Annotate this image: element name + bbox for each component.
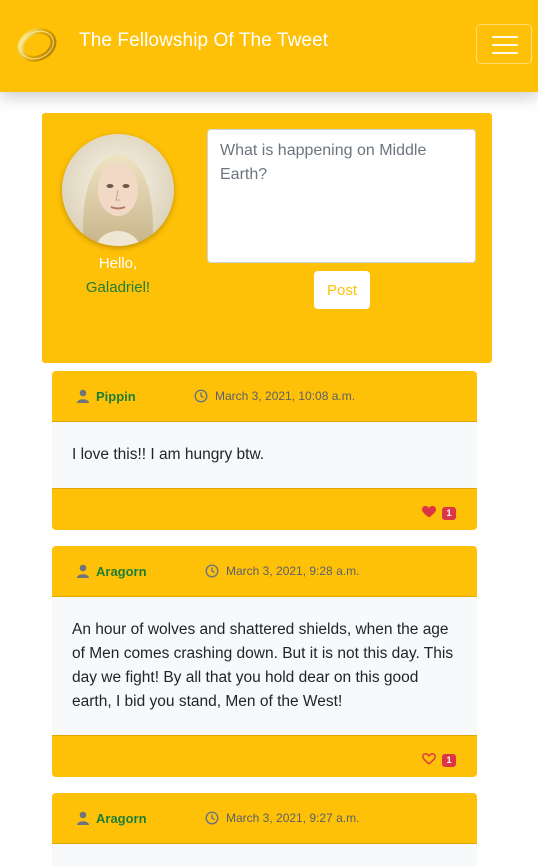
tweet-footer: 1	[52, 489, 477, 530]
clock-icon	[205, 564, 219, 578]
hamburger-menu-icon	[492, 36, 518, 38]
tweet-timestamp: March 3, 2021, 10:08 a.m.	[215, 389, 356, 403]
tweet-header: Aragorn March 3, 2021, 9:27 a.m.	[52, 793, 477, 843]
user-icon	[77, 564, 89, 578]
tweet-card: Aragorn March 3, 2021, 9:27 a.m.	[52, 793, 477, 866]
navbar: The Fellowship Of The Tweet	[0, 0, 538, 92]
compose-panel: Hello, Galadriel! Post	[42, 113, 492, 363]
tweet-body: An hour of wolves and shattered shields,…	[52, 596, 477, 736]
tweet-author[interactable]: Aragorn	[96, 564, 147, 579]
tweet-header: Pippin March 3, 2021, 10:08 a.m.	[52, 371, 477, 421]
navbar-toggle-button[interactable]	[476, 24, 532, 64]
like-count-badge: 1	[442, 754, 456, 767]
tweet-author[interactable]: Aragorn	[96, 811, 147, 826]
one-ring-icon[interactable]	[17, 24, 57, 64]
brand-title[interactable]: The Fellowship Of The Tweet	[79, 30, 328, 52]
tweet-input[interactable]	[207, 129, 476, 263]
tweet-body	[52, 843, 477, 866]
tweet-body: I love this!! I am hungry btw.	[52, 421, 477, 489]
heart-outline-icon[interactable]	[422, 753, 436, 765]
post-button[interactable]: Post	[314, 271, 370, 309]
heart-filled-icon[interactable]	[422, 506, 436, 518]
tweet-timestamp: March 3, 2021, 9:27 a.m.	[226, 811, 360, 825]
tweet-card: Aragorn March 3, 2021, 9:28 a.m. An hour…	[52, 546, 477, 777]
tweet-timestamp: March 3, 2021, 9:28 a.m.	[226, 564, 360, 578]
clock-icon	[194, 389, 208, 403]
tweet-footer: 1	[52, 736, 477, 777]
tweet-card: Pippin March 3, 2021, 10:08 a.m. I love …	[52, 371, 477, 530]
greeting-text: Hello,	[98, 255, 138, 272]
user-name: Galadriel!	[85, 279, 151, 296]
user-icon	[77, 811, 89, 825]
avatar	[62, 134, 174, 246]
greeting: Hello, Galadriel!	[62, 252, 174, 300]
tweet-header: Aragorn March 3, 2021, 9:28 a.m.	[52, 546, 477, 596]
user-icon	[77, 389, 89, 403]
tweet-author[interactable]: Pippin	[96, 389, 136, 404]
clock-icon	[205, 811, 219, 825]
like-count-badge: 1	[442, 507, 456, 520]
